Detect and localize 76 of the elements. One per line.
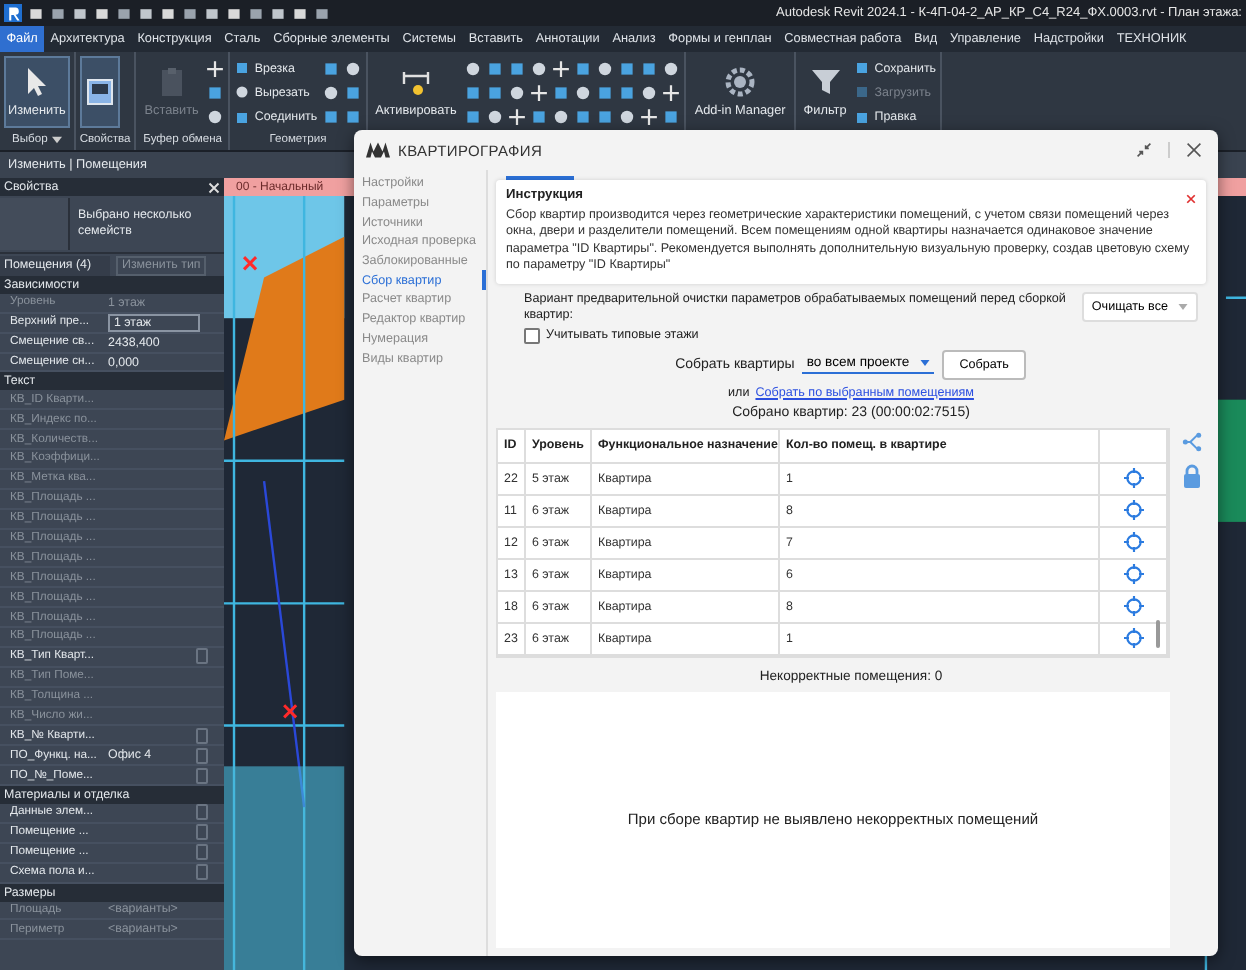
target-icon[interactable] bbox=[1123, 532, 1143, 553]
square-icon bbox=[574, 59, 593, 78]
close-icon[interactable] bbox=[208, 181, 220, 193]
dimension-icon bbox=[399, 66, 432, 98]
collapse-icon[interactable] bbox=[1132, 138, 1156, 162]
circle-icon bbox=[574, 83, 593, 102]
target-icon[interactable] bbox=[1123, 564, 1143, 585]
arrows-icon bbox=[662, 83, 681, 102]
arrows-icon bbox=[508, 108, 527, 127]
square-icon bbox=[321, 59, 340, 78]
close-icon[interactable] bbox=[1182, 138, 1206, 162]
square-icon bbox=[854, 60, 871, 77]
arrows-icon bbox=[206, 59, 225, 78]
square-icon bbox=[206, 83, 225, 102]
circle-icon bbox=[640, 83, 659, 102]
checkbox[interactable] bbox=[196, 747, 208, 764]
checkbox[interactable] bbox=[196, 864, 208, 881]
circle-icon bbox=[234, 84, 251, 101]
checkbox[interactable] bbox=[196, 767, 208, 784]
circle-icon bbox=[464, 59, 483, 78]
square-icon bbox=[854, 84, 871, 101]
circle-icon bbox=[552, 108, 571, 127]
square-icon bbox=[343, 83, 362, 102]
circle-icon bbox=[662, 59, 681, 78]
app-logo-icon bbox=[4, 4, 22, 22]
circle-icon bbox=[596, 59, 615, 78]
circle-icon bbox=[486, 108, 505, 127]
arrows-icon bbox=[530, 83, 549, 102]
funnel-icon bbox=[809, 66, 842, 98]
properties-button[interactable] bbox=[79, 56, 120, 128]
caret-icon bbox=[1178, 304, 1188, 311]
target-icon[interactable] bbox=[1123, 596, 1143, 617]
circle-icon bbox=[321, 83, 340, 102]
square-icon bbox=[596, 83, 615, 102]
target-icon[interactable] bbox=[1123, 468, 1143, 489]
lock-icon[interactable] bbox=[1182, 463, 1202, 488]
square-icon bbox=[508, 59, 527, 78]
circle-icon bbox=[530, 59, 549, 78]
checkbox[interactable] bbox=[196, 727, 208, 744]
square-icon bbox=[321, 108, 340, 127]
scrollbar[interactable] bbox=[1156, 619, 1160, 648]
circle-icon bbox=[508, 83, 527, 102]
square-icon bbox=[486, 83, 505, 102]
checkbox[interactable] bbox=[196, 804, 208, 821]
square-icon bbox=[618, 83, 637, 102]
square-icon bbox=[662, 108, 681, 127]
square-icon bbox=[343, 108, 362, 127]
checkbox[interactable] bbox=[196, 844, 208, 861]
target-icon[interactable] bbox=[1123, 628, 1143, 649]
window-icon bbox=[83, 76, 116, 108]
square-icon bbox=[854, 109, 871, 126]
circle-icon bbox=[618, 108, 637, 127]
caret-icon[interactable] bbox=[51, 136, 62, 144]
circle-icon bbox=[343, 59, 362, 78]
square-icon bbox=[234, 109, 251, 126]
square-icon bbox=[486, 59, 505, 78]
checkbox[interactable] bbox=[524, 327, 540, 344]
gear-icon bbox=[724, 66, 757, 98]
square-icon bbox=[574, 108, 593, 127]
square-icon bbox=[464, 83, 483, 102]
square-icon bbox=[618, 59, 637, 78]
square-icon bbox=[234, 60, 251, 77]
caret-icon bbox=[919, 360, 930, 367]
square-icon bbox=[464, 108, 483, 127]
checkbox[interactable] bbox=[196, 648, 208, 665]
arrows-icon bbox=[640, 108, 659, 127]
circle-icon bbox=[206, 108, 225, 127]
branch-icon[interactable] bbox=[1182, 431, 1202, 452]
square-icon bbox=[552, 83, 571, 102]
square-icon bbox=[596, 108, 615, 127]
square-icon bbox=[530, 108, 549, 127]
logo-icon bbox=[366, 142, 390, 158]
square-icon bbox=[640, 59, 659, 78]
arrows-icon bbox=[552, 59, 571, 78]
target-icon[interactable] bbox=[1123, 500, 1143, 521]
checkbox[interactable] bbox=[196, 824, 208, 841]
